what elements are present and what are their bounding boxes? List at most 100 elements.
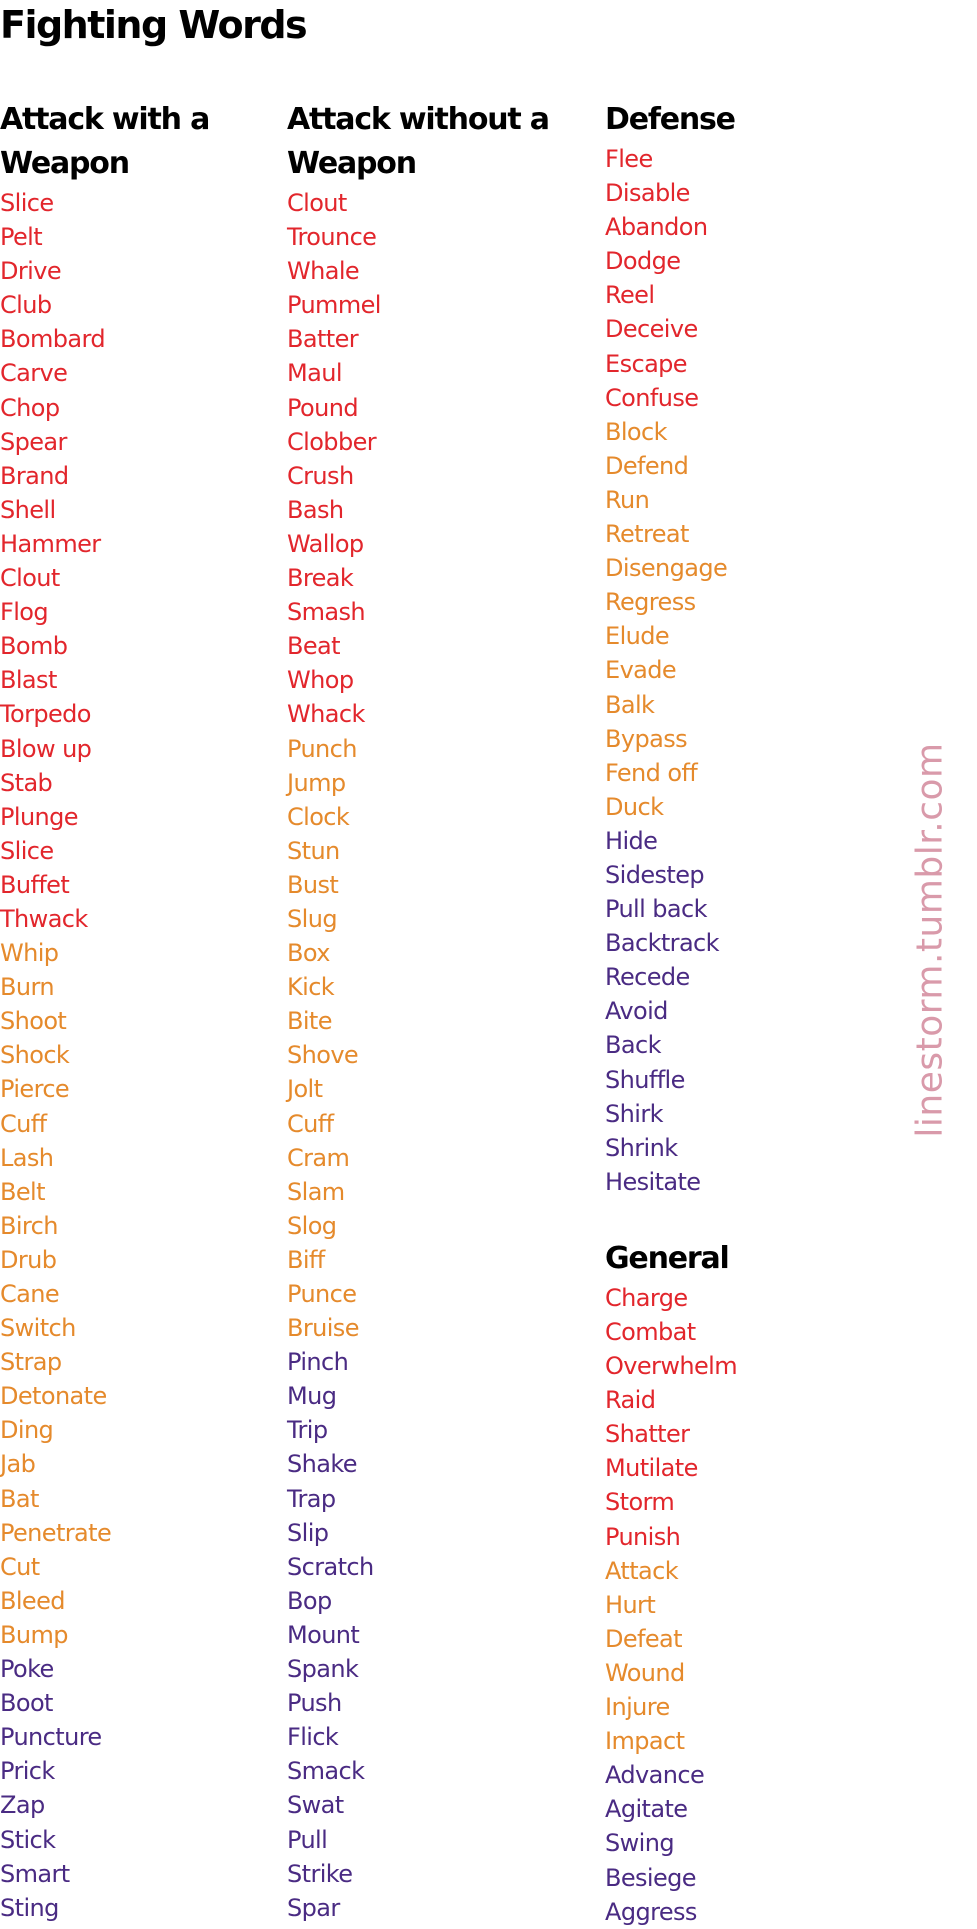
- word-item: Whale: [287, 257, 360, 286]
- column-attack-with-weapon: Attack with a Weapon Slice Pelt Drive Club B…: [0, 98, 230, 1925]
- word-item: Puncture: [0, 1723, 102, 1752]
- word-item: Bypass: [605, 724, 688, 753]
- word-list: Flee Disable Abandon Dodge Reel Deceive Escape…: [605, 142, 737, 1199]
- word-item: Punch: [287, 734, 357, 763]
- word-item: Detonate: [0, 1382, 107, 1411]
- word-item: Bash: [287, 495, 344, 524]
- word-item: Swat: [287, 1791, 344, 1820]
- word-item: Dodge: [605, 247, 681, 276]
- word-item: Poke: [0, 1655, 54, 1684]
- word-item: Batter: [287, 325, 359, 354]
- word-item: Avoid: [605, 997, 668, 1026]
- word-item: Abandon: [605, 213, 708, 242]
- word-item: Jump: [287, 768, 346, 797]
- word-item: Smart: [0, 1859, 70, 1888]
- word-item: Disengage: [605, 554, 728, 583]
- word-item: Strike: [287, 1859, 353, 1888]
- word-item: Bop: [287, 1586, 332, 1615]
- word-item: Pound: [287, 393, 359, 422]
- word-item: Shock: [0, 1041, 70, 1070]
- word-item: Shoot: [0, 1007, 67, 1036]
- word-item: Break: [287, 564, 354, 593]
- word-item: Clout: [0, 564, 60, 593]
- word-item: Block: [605, 417, 668, 446]
- word-item: Slip: [287, 1518, 329, 1547]
- word-list: Slice Pelt Drive Club Bombard Carve Chop Spear B…: [0, 186, 230, 1925]
- word-item: Bite: [287, 1007, 333, 1036]
- word-item: Storm: [605, 1488, 675, 1517]
- word-item: Slog: [287, 1211, 337, 1240]
- word-item: Chop: [0, 393, 60, 422]
- word-item: Whip: [0, 939, 59, 968]
- word-item: Flick: [287, 1723, 339, 1752]
- watermark: linestorm.tumblr.com: [909, 742, 951, 1138]
- word-item: Deceive: [605, 315, 698, 344]
- word-item: Cuff: [0, 1109, 47, 1138]
- word-item: Mutilate: [605, 1454, 698, 1483]
- word-item: Blow up: [0, 734, 92, 763]
- word-item: Slug: [287, 904, 338, 933]
- word-item: Raid: [605, 1386, 656, 1415]
- word-item: Shrink: [605, 1133, 678, 1162]
- word-item: Impact: [605, 1727, 685, 1756]
- word-item: Pelt: [0, 223, 43, 252]
- word-item: Slice: [0, 836, 54, 865]
- word-item: Boot: [0, 1689, 53, 1718]
- word-item: Blast: [0, 666, 57, 695]
- word-item: Flee: [605, 145, 653, 173]
- word-item: Mug: [287, 1382, 337, 1411]
- word-item: Pummel: [287, 291, 381, 320]
- word-item: Elude: [605, 622, 670, 651]
- word-item: Burn: [0, 973, 55, 1002]
- section-heading: Attack with a Weapon: [0, 102, 210, 181]
- word-item: Thwack: [0, 904, 88, 933]
- word-item: Trounce: [287, 223, 377, 252]
- word-item: Drive: [0, 257, 62, 286]
- word-item: Confuse: [605, 383, 699, 412]
- word-item: Box: [287, 939, 330, 968]
- word-item: Stick: [0, 1825, 56, 1854]
- word-item: Aggress: [605, 1897, 697, 1926]
- word-item: Recede: [605, 963, 690, 992]
- word-item: Shake: [287, 1450, 358, 1479]
- word-item: Ding: [0, 1416, 54, 1445]
- word-item: Defend: [605, 451, 689, 480]
- word-item: Besiege: [605, 1863, 697, 1892]
- word-item: Shirk: [605, 1099, 663, 1128]
- column-defense-general: Defense Flee Disable Abandon Dodge Reel Decei…: [605, 98, 738, 1929]
- word-item: Sidestep: [605, 860, 705, 889]
- word-item: Hide: [605, 826, 658, 855]
- word-item: Birch: [0, 1211, 58, 1240]
- word-item: Trip: [287, 1416, 328, 1445]
- word-item: Wound: [605, 1658, 685, 1687]
- page-title: Fighting Words: [0, 3, 308, 47]
- word-item: Pull back: [605, 895, 707, 924]
- word-item: Hesitate: [605, 1167, 701, 1196]
- word-item: Jolt: [287, 1075, 323, 1104]
- word-item: Zap: [0, 1791, 45, 1820]
- word-item: Bombard: [0, 325, 106, 354]
- word-item: Plunge: [0, 802, 79, 831]
- word-item: Cram: [287, 1143, 350, 1172]
- word-item: Spank: [287, 1655, 359, 1684]
- column-attack-without-weapon: Attack without a Weapon Clout Trounce Whal…: [287, 98, 587, 1925]
- word-item: Beat: [287, 632, 341, 661]
- section-heading: Attack without a Weapon: [287, 102, 550, 181]
- word-item: Combat: [605, 1318, 696, 1346]
- word-item: Run: [605, 485, 650, 514]
- word-item: Defeat: [605, 1624, 683, 1653]
- word-item: Torpedo: [0, 700, 91, 729]
- word-item: Bomb: [0, 632, 68, 661]
- word-item: Drub: [0, 1245, 57, 1274]
- word-item: Penetrate: [0, 1518, 112, 1547]
- word-item: Pierce: [0, 1075, 70, 1104]
- word-item: Kick: [287, 973, 335, 1002]
- word-item: Bust: [287, 870, 339, 899]
- word-item: Swing: [605, 1829, 675, 1858]
- word-item: Pinch: [287, 1348, 349, 1377]
- word-item: Punish: [605, 1522, 681, 1551]
- word-item: Back: [605, 1031, 661, 1060]
- word-item: Maul: [287, 359, 343, 388]
- word-item: Belt: [0, 1177, 46, 1206]
